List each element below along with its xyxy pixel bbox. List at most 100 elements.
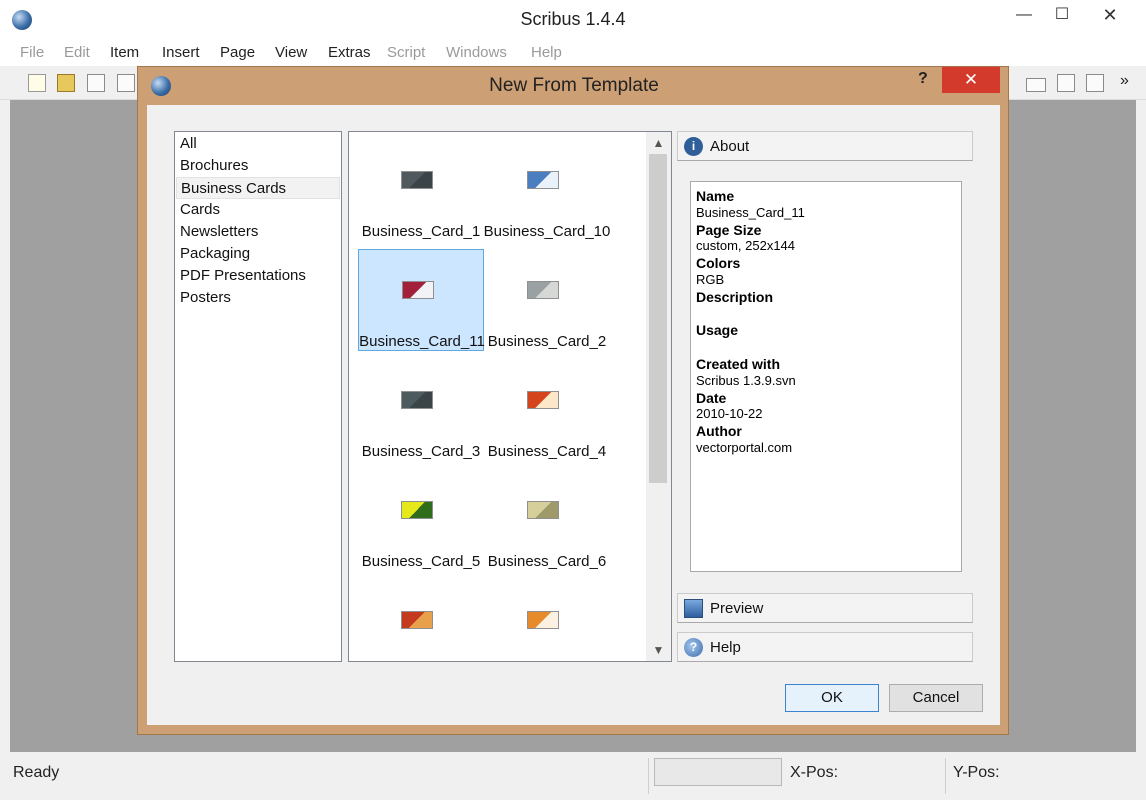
new-from-template-dialog: New From Template ? ✕ All Brochures Busi…	[137, 66, 1009, 735]
info-date-label: Date	[696, 389, 727, 406]
template-item[interactable]: Business_Card_10	[484, 139, 610, 241]
template-label: Business_Card_3	[361, 443, 481, 460]
info-created-with-value: Scribus 1.3.9.svn	[696, 372, 796, 388]
template-thumbnail	[402, 281, 434, 299]
menu-page[interactable]: Page	[220, 44, 255, 61]
template-thumbnail	[401, 611, 433, 629]
toolbar-overflow-button[interactable]: »	[1120, 72, 1129, 90]
maximize-button[interactable]: ☐	[1040, 0, 1084, 30]
info-colors-label: Colors	[696, 255, 741, 272]
ok-button[interactable]: OK	[785, 684, 879, 712]
close-window-button[interactable]: ✕	[1086, 0, 1134, 30]
category-item-cards[interactable]: Cards	[176, 199, 340, 221]
info-description-value	[696, 306, 956, 323]
cancel-button[interactable]: Cancel	[889, 684, 983, 712]
template-label: Business_Card_10	[483, 223, 611, 240]
category-item-pdf-presentations[interactable]: PDF Presentations	[176, 265, 340, 287]
menu-insert[interactable]: Insert	[162, 44, 200, 61]
template-thumbnail	[401, 501, 433, 519]
info-icon: i	[684, 137, 703, 156]
info-description-label: Description	[696, 288, 774, 305]
save-icon[interactable]	[87, 74, 105, 92]
template-item[interactable]: Business_Card_4	[484, 359, 610, 461]
info-author-label: Author	[696, 423, 742, 440]
category-item-packaging[interactable]: Packaging	[176, 243, 340, 265]
text-icon[interactable]	[1057, 74, 1075, 92]
template-scrollbar[interactable]: ▲ ▼	[646, 132, 671, 661]
scroll-down-icon[interactable]: ▼	[646, 639, 671, 661]
template-item[interactable]	[358, 579, 484, 661]
open-icon[interactable]	[57, 74, 75, 92]
info-page-size-label: Page Size	[696, 221, 762, 238]
status-text: Ready	[13, 764, 60, 781]
info-colors-value: RGB	[696, 271, 725, 287]
template-thumbnail	[527, 171, 559, 189]
template-item[interactable]: Business_Card_6	[484, 469, 610, 571]
category-item-all[interactable]: All	[176, 133, 340, 155]
template-thumbnail	[401, 171, 433, 189]
about-button[interactable]: i About	[677, 131, 973, 161]
close-document-icon[interactable]	[117, 74, 135, 92]
template-label: Business_Card_11	[359, 333, 485, 350]
template-item[interactable]	[484, 579, 610, 661]
template-thumbnail	[527, 281, 559, 299]
info-author-value: vectorportal.com	[696, 439, 793, 455]
template-info-panel: Name Business_Card_11 Page Size custom, …	[690, 181, 962, 572]
status-divider	[648, 758, 649, 794]
status-divider	[945, 758, 946, 794]
info-created-with-label: Created with	[696, 355, 781, 372]
category-item-brochures[interactable]: Brochures	[176, 155, 340, 177]
menu-help[interactable]: Help	[531, 44, 562, 61]
ok-icon[interactable]	[1026, 78, 1046, 92]
dialog-close-button[interactable]: ✕	[942, 67, 1000, 93]
menu-item[interactable]: Item	[110, 44, 139, 61]
info-date-value: 2010-10-22	[696, 406, 763, 422]
menu-script[interactable]: Script	[387, 44, 425, 61]
y-pos-label: Y-Pos:	[953, 764, 1000, 781]
x-pos-label: X-Pos:	[790, 764, 839, 781]
template-grid: Business_Card_1 Business_Card_10 Busines…	[348, 131, 672, 662]
template-label: Business_Card_1	[361, 223, 481, 240]
info-page-size-value: custom, 252x144	[696, 238, 796, 254]
info-name-value: Business_Card_11	[696, 204, 805, 220]
preview-button[interactable]: Preview	[677, 593, 973, 623]
status-bar: Ready X-Pos: Y-Pos:	[0, 752, 1146, 800]
scroll-thumb[interactable]	[649, 154, 667, 483]
template-item[interactable]: Business_Card_5	[358, 469, 484, 571]
template-thumbnail	[527, 611, 559, 629]
template-item[interactable]: Business_Card_1	[358, 139, 484, 241]
category-item-posters[interactable]: Posters	[176, 287, 340, 309]
template-thumbnail	[401, 391, 433, 409]
template-label: Business_Card_2	[487, 333, 607, 350]
template-thumbnail	[527, 391, 559, 409]
menu-extras[interactable]: Extras	[328, 44, 371, 61]
new-document-icon[interactable]	[28, 74, 46, 92]
menu-file[interactable]: File	[20, 44, 44, 61]
menu-edit[interactable]: Edit	[64, 44, 90, 61]
template-item[interactable]: Business_Card_2	[484, 249, 610, 351]
about-label: About	[710, 138, 750, 155]
zoom-field[interactable]	[654, 758, 782, 786]
scroll-up-icon[interactable]: ▲	[646, 132, 671, 154]
app-title: Scribus 1.4.4	[520, 9, 626, 29]
category-item-business-cards[interactable]: Business Cards	[176, 177, 340, 199]
template-label: Business_Card_6	[487, 553, 607, 570]
title-bar: Scribus 1.4.4 — ☐ ✕	[0, 0, 1146, 38]
template-label: Business_Card_5	[361, 553, 481, 570]
menu-view[interactable]: View	[275, 44, 307, 61]
dialog-help-button[interactable]: ?	[918, 70, 928, 88]
info-name-label: Name	[696, 188, 735, 204]
help-icon: ?	[684, 638, 703, 657]
menu-bar: File Edit Item Insert Page View Extras S…	[0, 38, 1146, 66]
check-icon[interactable]	[1086, 74, 1104, 92]
template-thumbnail	[527, 501, 559, 519]
template-item[interactable]: Business_Card_3	[358, 359, 484, 461]
category-item-newsletters[interactable]: Newsletters	[176, 221, 340, 243]
menu-windows[interactable]: Windows	[446, 44, 507, 61]
info-usage-label: Usage	[696, 322, 739, 339]
dialog-body: All Brochures Business Cards Cards Newsl…	[147, 105, 1000, 725]
preview-label: Preview	[710, 600, 764, 617]
template-item-selected[interactable]: Business_Card_11	[358, 249, 485, 351]
image-icon	[684, 599, 703, 618]
help-button[interactable]: ? Help	[677, 632, 973, 662]
